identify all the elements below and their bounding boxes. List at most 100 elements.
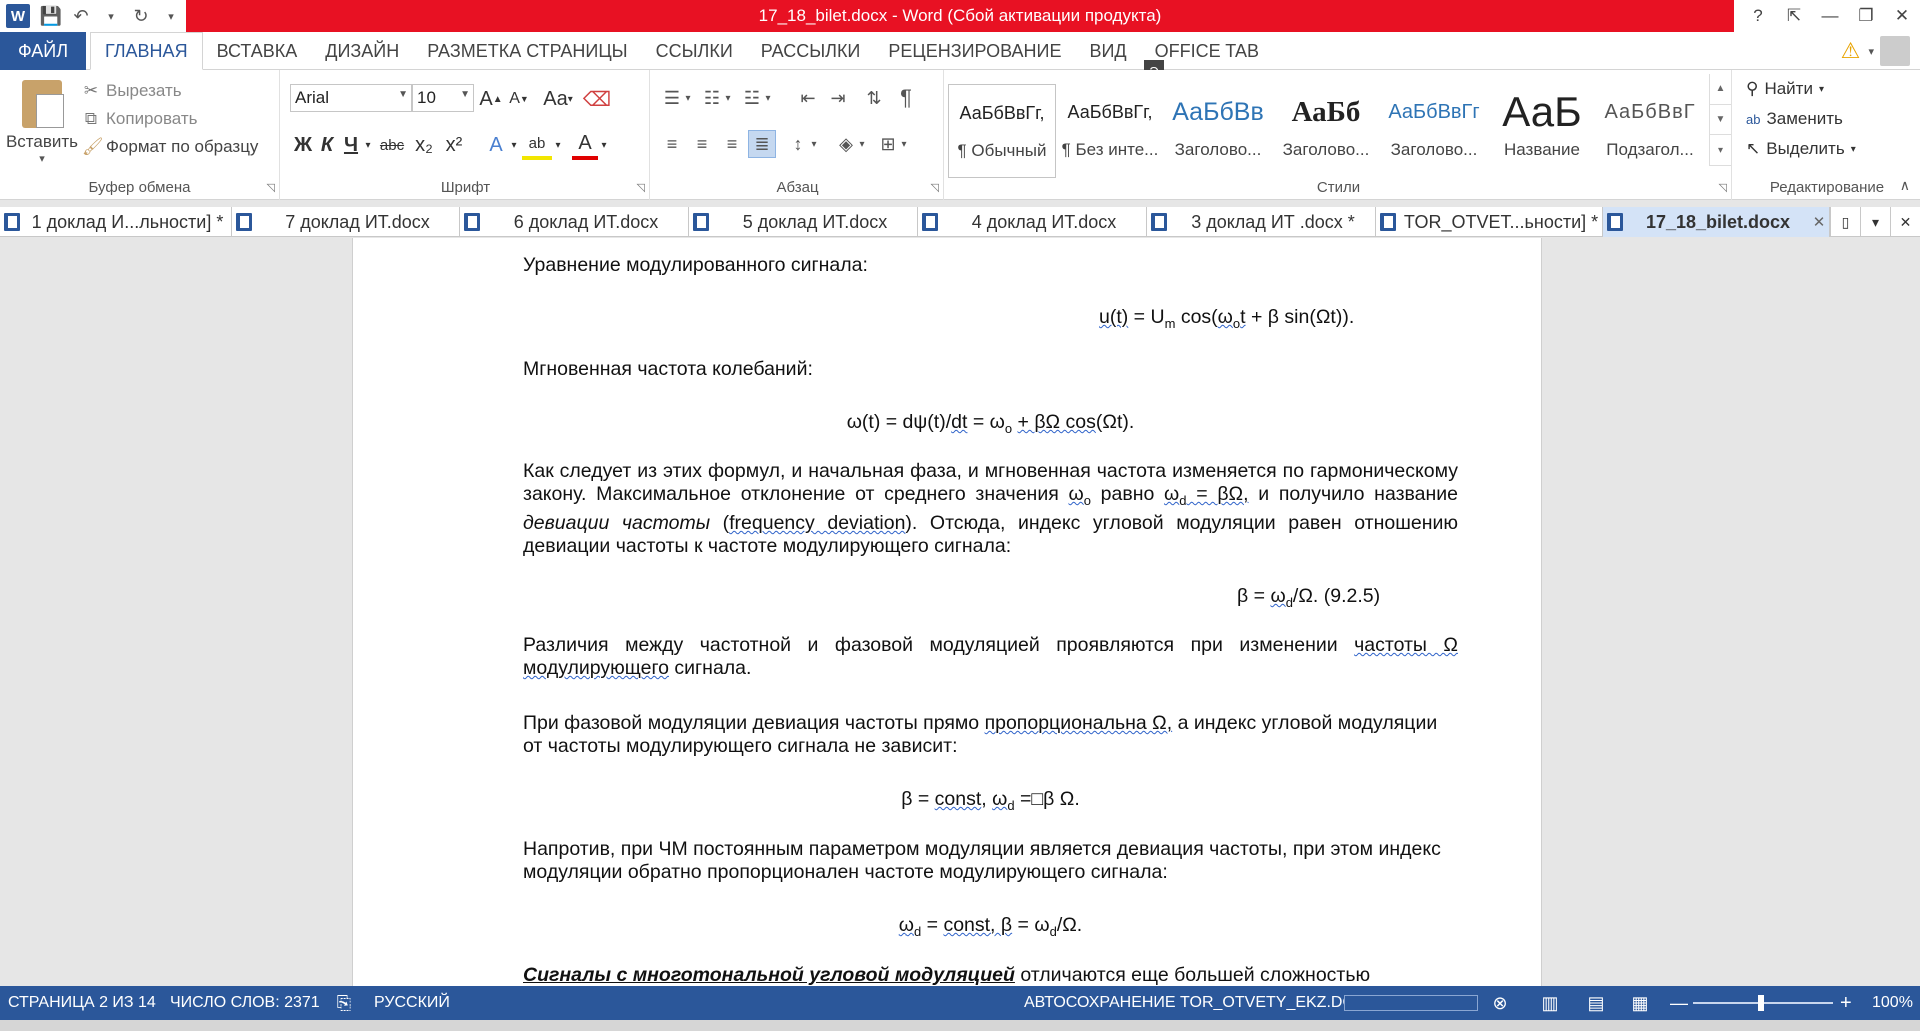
find-button[interactable]: ⚲ Найти ▾	[1746, 76, 1824, 102]
font-color-button[interactable]: A	[572, 130, 598, 160]
undo-dropdown-icon[interactable]: ▾	[96, 0, 126, 32]
close-tab-icon[interactable]: ✕	[1809, 213, 1829, 231]
doc-tab-active[interactable]: 17_18_bilet.docx ✕	[1603, 207, 1830, 237]
doc-tab[interactable]: 6 доклад ИТ.docx	[460, 207, 689, 237]
cancel-icon[interactable]: ⊗	[1488, 991, 1512, 1015]
tab-insert[interactable]: ВСТАВКА	[203, 32, 312, 70]
more-styles-icon[interactable]: ▾	[1710, 135, 1731, 167]
doc-tab[interactable]: 4 доклад ИТ.docx	[918, 207, 1147, 237]
word-app-icon[interactable]: W	[6, 4, 30, 28]
superscript-button[interactable]: x²	[440, 130, 468, 160]
document-page[interactable]: Уравнение модулированного сигнала: u(t) …	[352, 238, 1542, 986]
bullets-dropdown-icon[interactable]: ▾	[682, 84, 694, 112]
zoom-slider-thumb[interactable]	[1758, 995, 1764, 1011]
select-button[interactable]: ↖ Выделить ▾	[1746, 136, 1856, 162]
account-dropdown-icon[interactable]: ▾	[1868, 45, 1874, 58]
zoom-level[interactable]: 100%	[1872, 986, 1913, 1020]
italic-button[interactable]: К	[316, 130, 338, 160]
warning-icon[interactable]: ⚠	[1838, 38, 1862, 63]
highlight-dropdown-icon[interactable]: ▾	[552, 130, 564, 160]
shading-dropdown-icon[interactable]: ▾	[856, 130, 868, 158]
underline-button[interactable]: Ч	[340, 130, 362, 160]
sort-icon[interactable]: ⇅	[860, 84, 888, 112]
align-center-icon[interactable]: ≡	[688, 130, 716, 158]
shrink-font-button[interactable]: A ▼	[506, 84, 532, 114]
language-indicator[interactable]: РУССКИЙ	[374, 986, 450, 1020]
increase-indent-icon[interactable]: ⇥	[824, 84, 852, 112]
borders-dropdown-icon[interactable]: ▾	[898, 130, 910, 158]
tab-file[interactable]: ФАЙЛ	[0, 32, 86, 70]
align-left-icon[interactable]: ≡	[658, 130, 686, 158]
style-no-spacing[interactable]: АаБбВвГг, ¶ Без инте...	[1056, 84, 1164, 178]
style-heading-3[interactable]: АаБбВвГг Заголово...	[1380, 84, 1488, 178]
tab-list-dropdown-icon[interactable]: ▾	[1860, 207, 1890, 237]
multilevel-dropdown-icon[interactable]: ▾	[762, 84, 774, 112]
print-layout-icon[interactable]: ▤	[1584, 991, 1608, 1015]
avatar[interactable]	[1880, 36, 1910, 66]
new-tab-icon[interactable]: ▯	[1830, 207, 1860, 237]
line-spacing-dropdown-icon[interactable]: ▾	[808, 130, 820, 158]
subscript-button[interactable]: x₂	[410, 130, 438, 160]
decrease-indent-icon[interactable]: ⇤	[794, 84, 822, 112]
tab-design[interactable]: ДИЗАЙН	[311, 32, 413, 70]
dialog-launcher-icon[interactable]: ◹	[267, 181, 275, 194]
strikethrough-button[interactable]: abc	[376, 130, 408, 160]
save-icon[interactable]: 💾	[36, 0, 66, 32]
close-button[interactable]: ✕	[1884, 0, 1920, 32]
grow-font-button[interactable]: A ▲	[478, 84, 504, 114]
pilcrow-icon[interactable]: ¶	[892, 84, 920, 112]
scroll-up-icon[interactable]: ▲	[1710, 74, 1731, 105]
font-color-dropdown-icon[interactable]: ▾	[598, 130, 610, 160]
customize-qat-icon[interactable]: ▾	[156, 0, 186, 32]
page-indicator[interactable]: СТРАНИЦА 2 ИЗ 14	[8, 986, 156, 1020]
underline-dropdown-icon[interactable]: ▾	[362, 130, 374, 160]
dialog-launcher-icon[interactable]: ◹	[931, 181, 939, 194]
tab-review[interactable]: РЕЦЕНЗИРОВАНИЕ	[874, 32, 1075, 70]
style-normal[interactable]: АаБбВвГг, ¶ Обычный	[948, 84, 1056, 178]
highlight-button[interactable]: ab	[522, 130, 552, 160]
style-heading-1[interactable]: АаБбВв Заголово...	[1164, 84, 1272, 178]
doc-tab[interactable]: 5 доклад ИТ.docx	[689, 207, 918, 237]
font-size-combo[interactable]: 10 ▼	[412, 84, 474, 112]
maximize-button[interactable]: ❐	[1848, 0, 1884, 32]
tab-mailings[interactable]: РАССЫЛКИ	[747, 32, 875, 70]
doc-tab[interactable]: 7 доклад ИТ.docx	[232, 207, 460, 237]
clear-formatting-icon[interactable]: ⌫	[582, 84, 612, 114]
cut-button[interactable]: ✂ Вырезать	[82, 78, 182, 104]
zoom-in-button[interactable]: +	[1840, 986, 1852, 1020]
doc-tab[interactable]: 3 доклад ИТ .docx *	[1147, 207, 1376, 237]
format-painter-button[interactable]: 🖌 Формат по образцу	[82, 134, 258, 160]
scroll-down-icon[interactable]: ▼	[1710, 105, 1731, 136]
redo-icon[interactable]: ↻	[126, 0, 156, 32]
doc-tab[interactable]: TOR_OTVET...ьности] *	[1376, 207, 1603, 237]
style-heading-2[interactable]: АаБб Заголово...	[1272, 84, 1380, 178]
minimize-button[interactable]: —	[1812, 0, 1848, 32]
dialog-launcher-icon[interactable]: ◹	[637, 181, 645, 194]
read-mode-icon[interactable]: ▥	[1538, 991, 1562, 1015]
style-title[interactable]: АаБ Название	[1488, 84, 1596, 178]
replace-button[interactable]: ab Заменить	[1746, 106, 1843, 132]
help-button[interactable]: ?	[1740, 0, 1776, 32]
doc-tab[interactable]: 1 доклад И...льности] *	[0, 207, 232, 237]
zoom-out-button[interactable]: —	[1670, 986, 1688, 1020]
paste-button[interactable]: Вставить ▾	[6, 76, 78, 168]
dialog-launcher-icon[interactable]: ◹	[1719, 181, 1727, 194]
effects-dropdown-icon[interactable]: ▾	[508, 130, 520, 160]
tab-references[interactable]: ССЫЛКИ	[642, 32, 747, 70]
proofing-icon[interactable]: ⎘	[332, 991, 356, 1015]
collapse-ribbon-icon[interactable]: ∧	[1900, 177, 1910, 194]
align-right-icon[interactable]: ≡	[718, 130, 746, 158]
change-case-button[interactable]: Aa ▾	[538, 84, 578, 114]
justify-icon[interactable]: ≣	[748, 130, 776, 158]
ribbon-display-options-button[interactable]: ⇱	[1776, 0, 1812, 32]
tab-view[interactable]: ВИД	[1075, 32, 1140, 70]
style-subtitle[interactable]: АаБбВвГ Подзагол...	[1596, 84, 1704, 178]
undo-icon[interactable]: ↶	[66, 0, 96, 32]
web-layout-icon[interactable]: ▦	[1628, 991, 1652, 1015]
text-effects-button[interactable]: A	[484, 130, 508, 160]
tab-page-layout[interactable]: РАЗМЕТКА СТРАНИЦЫ	[413, 32, 641, 70]
word-count[interactable]: ЧИСЛО СЛОВ: 2371	[170, 986, 320, 1020]
bold-button[interactable]: Ж	[290, 130, 316, 160]
copy-button[interactable]: ⧉ Копировать	[82, 106, 198, 132]
tab-home[interactable]: ГЛАВНАЯ	[90, 32, 203, 70]
